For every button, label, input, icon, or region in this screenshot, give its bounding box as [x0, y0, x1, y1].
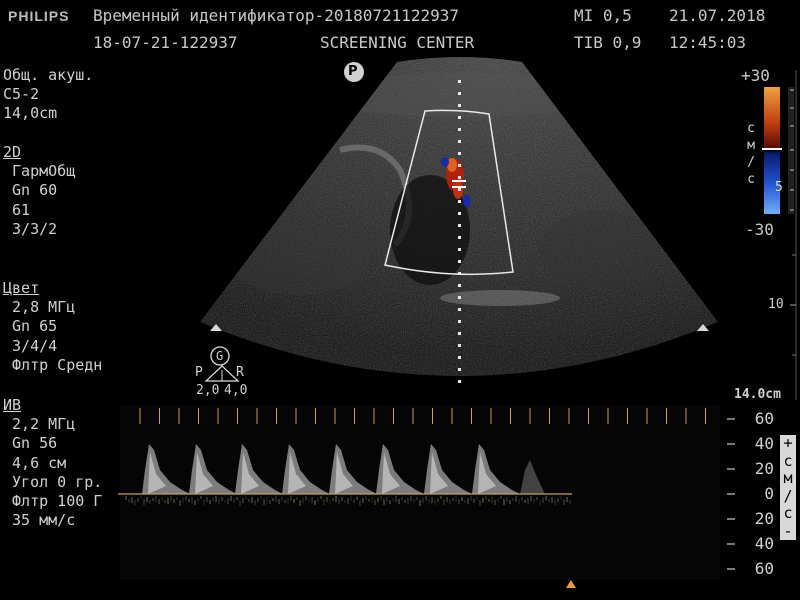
preset-line: 14,0cm — [3, 104, 58, 123]
doppler-scale-label: 40 — [754, 434, 774, 453]
doppler-scale-label: 40 — [754, 534, 774, 553]
probe-left-letter: P — [195, 365, 203, 380]
depth-mark: 10 — [768, 297, 784, 312]
param-line: 61 — [3, 200, 31, 219]
mode-color-title[interactable]: Цвет — [3, 279, 119, 298]
probe-right-value: 4,0 — [224, 383, 248, 398]
mode-pw-params: ИВ 2,2 МГц Gn 56 4,6 см Угол 0 гр. Флтр … — [3, 396, 119, 530]
exam-date: 21.07.2018 — [669, 6, 766, 25]
param-line: Gn 60 — [3, 181, 58, 200]
param-line: 3/3/2 — [3, 219, 58, 238]
color-scale-min: -30 — [745, 220, 774, 239]
param-line: Флтр Средн — [3, 355, 103, 374]
param-line: 2,8 МГц — [3, 298, 76, 317]
depth-total: 14.0cm — [734, 387, 781, 402]
doppler-scale-label: 20 — [754, 459, 774, 478]
brand-logo: PHILIPS — [8, 8, 70, 24]
thermal-index: TIB 0,9 — [574, 33, 642, 52]
preset-line: C5-2 — [3, 85, 40, 104]
preset-info: Общ. акуш. C5-2 14,0cm — [3, 66, 93, 124]
facility-name: SCREENING CENTER — [320, 33, 475, 52]
doppler-spectrum — [118, 405, 720, 580]
doppler-scale-label: 60 — [754, 409, 774, 428]
probe-orientation-letter: P — [348, 64, 358, 79]
probe-right-letter: R — [236, 365, 244, 380]
preset-line: Общ. акуш. — [3, 66, 94, 84]
guide-letter: G — [216, 349, 224, 363]
exam-time: 12:45:03 — [669, 33, 747, 52]
color-scale-unit: с м / с — [747, 121, 755, 187]
mode-2d-params: 2D ГармОбщ Gn 60 61 3/3/2 — [3, 143, 75, 239]
param-line: Gn 56 — [3, 434, 58, 453]
color-scale-max: +30 — [741, 66, 770, 85]
doppler-scale-label: 0 — [764, 484, 774, 503]
probe-left-value: 2,0 — [196, 383, 220, 398]
param-line: Флтр 100 Г — [3, 492, 103, 511]
param-line: Угол 0 гр. — [3, 472, 103, 491]
doppler-scale-unit: + с м / с - — [780, 434, 796, 540]
patient-id: Временный идентификатор-20180721122937 — [93, 6, 460, 25]
mode-pw-title[interactable]: ИВ — [3, 396, 119, 415]
param-line: 4,6 см — [3, 453, 67, 472]
mode-color-params: Цвет 2,8 МГц Gn 65 3/4/4 Флтр Средн — [3, 279, 119, 375]
ultrasound-image — [118, 57, 797, 588]
time-marker[interactable] — [566, 580, 576, 588]
mode-2d-title[interactable]: 2D — [3, 143, 75, 162]
mechanical-index: MI 0,5 — [574, 6, 632, 25]
color-scale-ticks — [788, 87, 794, 214]
param-line: 3/4/4 — [3, 336, 58, 355]
param-line: 35 мм/с — [3, 511, 76, 530]
param-line: 2,2 МГц — [3, 415, 76, 434]
doppler-scale-label: 60 — [754, 559, 774, 578]
param-line: Gn 65 — [3, 317, 58, 336]
color-scale-mark: 5 — [775, 180, 783, 195]
param-line: ГармОбщ — [3, 162, 76, 181]
doppler-scale-label: 20 — [754, 509, 774, 528]
exam-id: 18-07-21-122937 — [93, 33, 238, 52]
